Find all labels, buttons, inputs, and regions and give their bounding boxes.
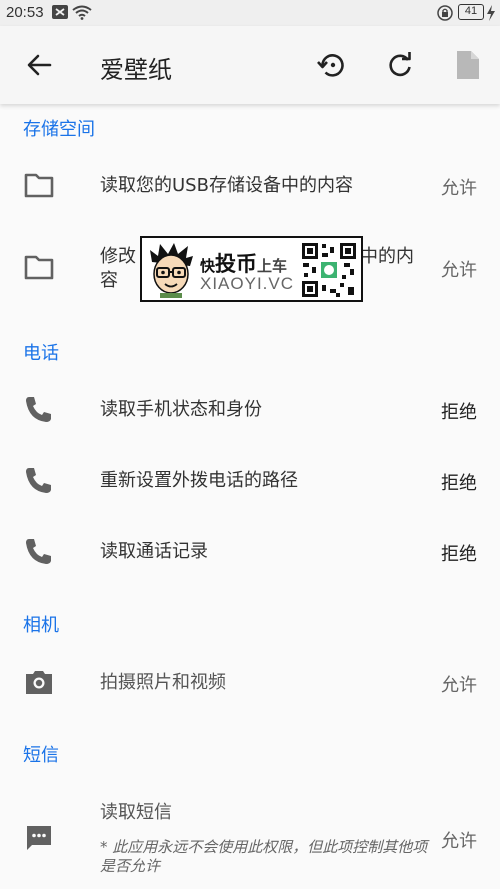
folder-icon xyxy=(24,255,54,280)
history-icon[interactable] xyxy=(317,50,347,80)
qr-code-icon xyxy=(300,241,358,299)
permission-call-log-status[interactable]: 拒绝 xyxy=(441,540,477,566)
battery-indicator: 41 xyxy=(458,4,484,20)
phone-icon xyxy=(26,468,51,493)
charging-icon xyxy=(487,5,495,21)
notification-icon xyxy=(52,5,68,19)
refresh-icon[interactable] xyxy=(385,50,415,80)
permission-call-route-status[interactable]: 拒绝 xyxy=(441,469,477,495)
permission-phone-state-label: 读取手机状态和身份 xyxy=(100,399,262,420)
permission-phone-state-status[interactable]: 拒绝 xyxy=(441,398,477,424)
arrow-left-icon[interactable] xyxy=(24,50,54,80)
section-phone: 电话 xyxy=(23,343,59,364)
permission-usb-write-label-tail: 中的内 xyxy=(360,246,414,267)
permission-sms-note: * 此应用永远不会使用此权限，但此项控制其他项是否允许 xyxy=(100,838,428,875)
section-storage: 存储空间 xyxy=(23,119,95,140)
permission-sms-read-status[interactable]: 允许 xyxy=(441,827,477,853)
app-bar: 爱壁纸 xyxy=(0,26,500,104)
permission-sms-read-label: 读取短信 xyxy=(100,802,172,823)
watermark-line2: XIAOYI.VC xyxy=(200,274,295,293)
permission-camera-label: 拍摄照片和视频 xyxy=(100,672,226,693)
permission-camera-status[interactable]: 允许 xyxy=(441,671,477,697)
camera-icon xyxy=(26,671,52,694)
lock-rotation-icon xyxy=(437,5,453,21)
page-title: 爱壁纸 xyxy=(100,56,172,84)
phone-icon xyxy=(26,539,51,564)
status-time: 20:53 xyxy=(6,4,44,21)
sms-icon xyxy=(27,826,51,850)
watermark-badge: 快投币上车 XIAOYI.VC xyxy=(140,236,363,302)
section-sms: 短信 xyxy=(23,745,59,766)
cartoon-face-icon xyxy=(150,243,193,298)
section-camera: 相机 xyxy=(23,615,59,636)
wifi-icon xyxy=(72,5,92,20)
permission-call-route-label: 重新设置外拨电话的路径 xyxy=(100,470,298,491)
status-bar: 20:53 41 xyxy=(0,0,500,26)
permission-call-log-label: 读取通话记录 xyxy=(100,541,208,562)
file-icon[interactable] xyxy=(453,50,483,80)
phone-icon xyxy=(26,397,51,422)
permission-usb-read-status[interactable]: 允许 xyxy=(441,174,477,200)
permission-usb-write-status[interactable]: 允许 xyxy=(441,256,477,282)
permission-usb-read-label: 读取您的USB存储设备中的内容 xyxy=(100,175,353,196)
folder-icon xyxy=(24,173,54,198)
